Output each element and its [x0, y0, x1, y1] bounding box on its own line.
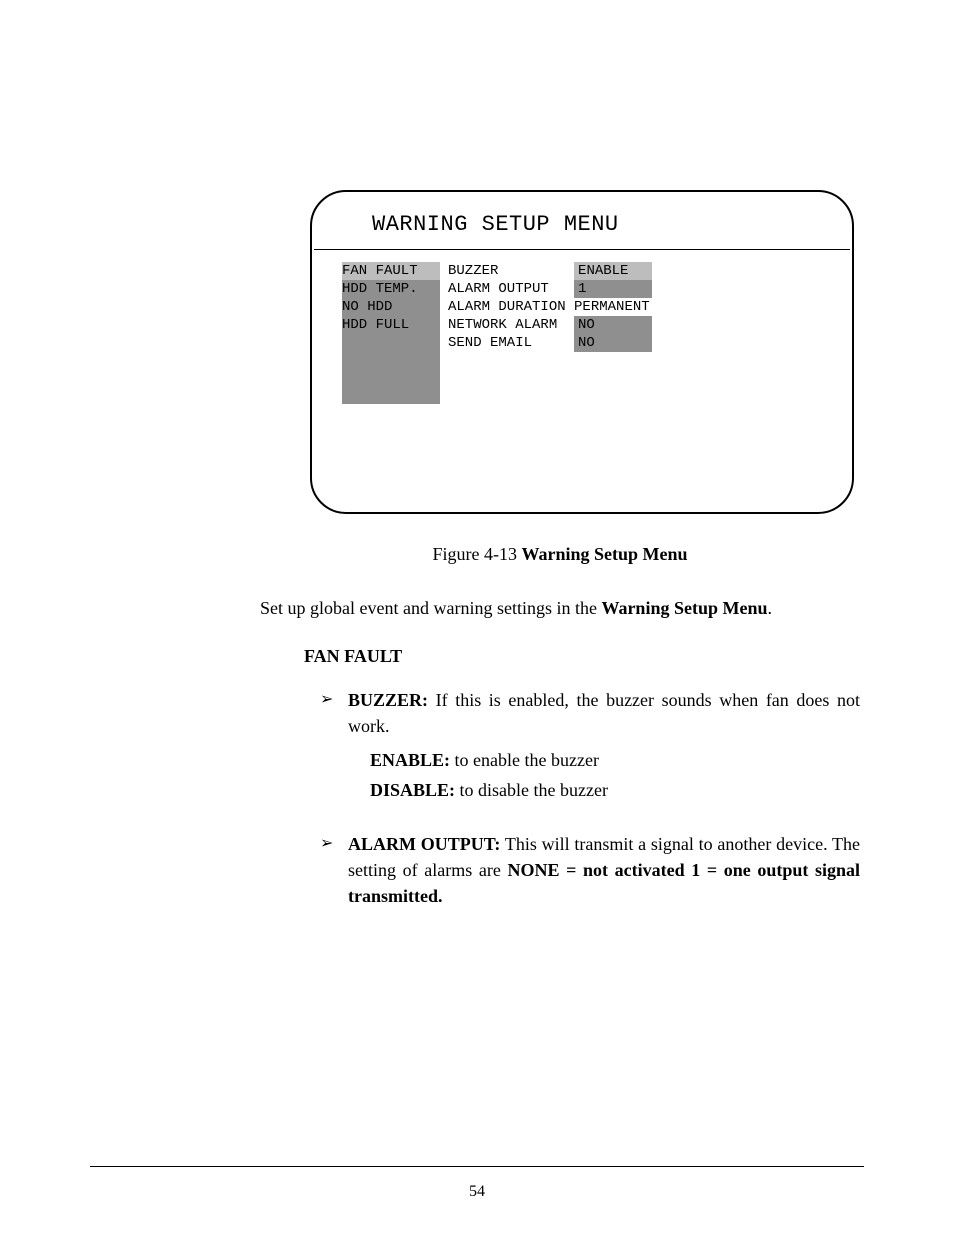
- bullet-icon: ➢: [320, 687, 348, 713]
- row-label: NETWORK ALARM: [448, 317, 557, 333]
- disable-text: to disable the buzzer: [455, 780, 608, 800]
- screenshot-body: FAN FAULT HDD TEMP. NO HDD HDD FULL BUZZ…: [312, 250, 852, 404]
- bullet-icon: ➢: [320, 831, 348, 857]
- fan-fault-heading: FAN FAULT: [304, 646, 864, 667]
- alarm-output-text: ALARM OUTPUT: This will transmit a signa…: [348, 831, 860, 909]
- row-value: ENABLE: [574, 262, 652, 280]
- row-value: NO: [574, 334, 652, 352]
- left-item-selected: FAN FAULT: [342, 262, 440, 280]
- intro-text: Set up global event and warning settings…: [260, 598, 601, 618]
- disable-row: DISABLE: to disable the buzzer: [370, 777, 860, 803]
- screenshot-right-column: BUZZER ENABLE ALARM OUTPUT 1 ALARM DURAT…: [440, 262, 652, 352]
- row-label: BUZZER: [448, 263, 498, 279]
- alarm-output-label: ALARM OUTPUT:: [348, 834, 500, 854]
- footer-rule: [90, 1166, 864, 1167]
- figure-caption: Figure 4-13 Warning Setup Menu: [260, 544, 860, 565]
- row-label: ALARM OUTPUT: [448, 281, 549, 297]
- figure-prefix: Figure 4-13: [432, 544, 521, 564]
- intro-tail: .: [767, 598, 772, 618]
- left-item: HDD TEMP.: [342, 281, 418, 297]
- intro-paragraph: Set up global event and warning settings…: [260, 595, 860, 621]
- screenshot-title: WARNING SETUP MENU: [312, 192, 852, 249]
- intro-bold: Warning Setup Menu: [601, 598, 767, 618]
- disable-label: DISABLE:: [370, 780, 455, 800]
- buzzer-label: BUZZER:: [348, 690, 428, 710]
- enable-label: ENABLE:: [370, 750, 450, 770]
- figure-bold: Warning Setup Menu: [521, 544, 687, 564]
- enable-text: to enable the buzzer: [450, 750, 599, 770]
- alarm-output-none: NONE = not activated: [507, 860, 684, 880]
- alarm-output-item: ➢ ALARM OUTPUT: This will transmit a sig…: [320, 831, 860, 909]
- page-number: 54: [0, 1183, 954, 1201]
- screenshot-left-column: FAN FAULT HDD TEMP. NO HDD HDD FULL: [342, 262, 440, 404]
- row-value: NO: [574, 316, 652, 334]
- buzzer-item: ➢ BUZZER: If this is enabled, the buzzer…: [320, 687, 860, 739]
- row-value: 1: [574, 280, 652, 298]
- left-item: NO HDD: [342, 299, 392, 315]
- row-label: SEND EMAIL: [448, 335, 532, 351]
- row-value-plain: PERMANENT: [574, 299, 650, 315]
- enable-row: ENABLE: to enable the buzzer: [370, 747, 860, 773]
- warning-setup-screenshot: WARNING SETUP MENU FAN FAULT HDD TEMP. N…: [310, 190, 854, 514]
- left-item: HDD FULL: [342, 317, 409, 333]
- buzzer-text: BUZZER: If this is enabled, the buzzer s…: [348, 687, 860, 739]
- row-label: ALARM DURATION: [448, 299, 566, 315]
